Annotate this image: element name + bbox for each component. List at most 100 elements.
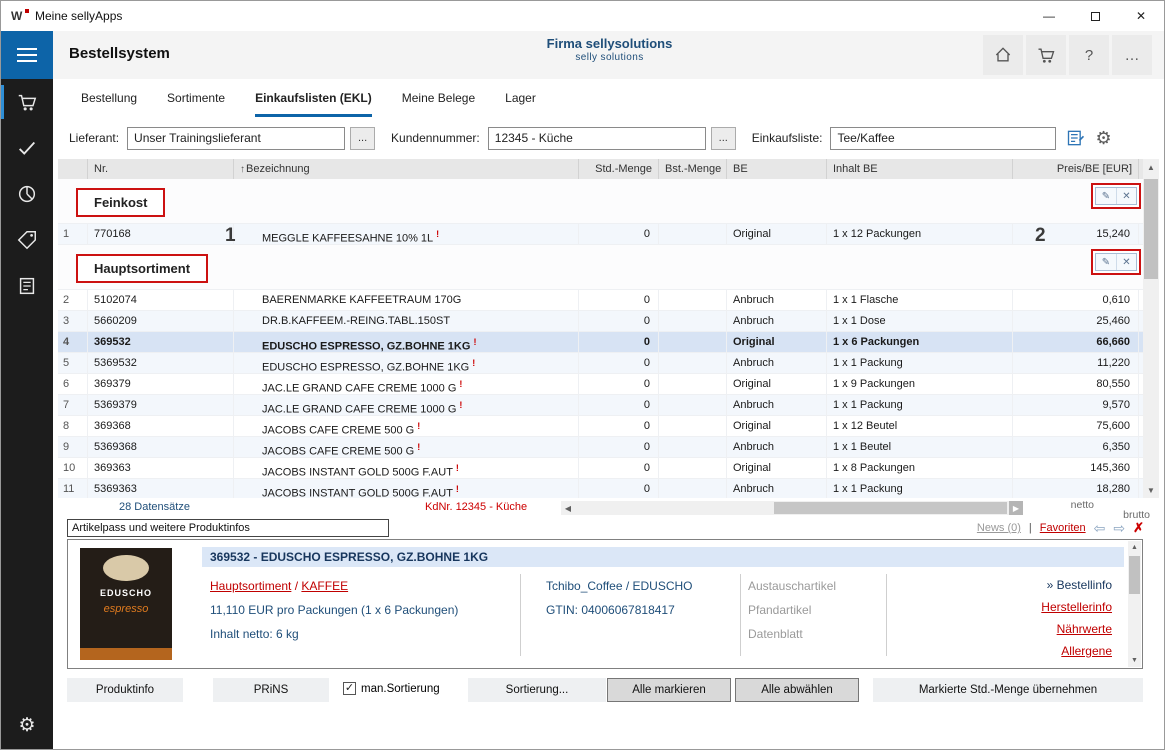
kundennummer-more-button[interactable]: ... [711,127,736,150]
horizontal-scrollbar[interactable]: ◀ ▶ [561,501,1023,515]
settings-button[interactable]: ⚙ [1,703,53,747]
table-row[interactable]: 25102074BAERENMARKE KAFFEETRAUM 170G0Anb… [58,290,1143,311]
cell-std-menge[interactable]: 0 [579,224,659,244]
einkaufsliste-input[interactable] [830,127,1056,150]
cell-bst-menge[interactable] [659,458,727,478]
cart-button[interactable] [1026,35,1066,75]
cell-bst-menge[interactable] [659,290,727,310]
cell-bst-menge[interactable] [659,374,727,394]
cell-bst-menge[interactable] [659,395,727,415]
std-menge-uebernehmen-button[interactable]: Markierte Std.-Menge übernehmen [873,678,1143,702]
lieferant-more-button[interactable]: ... [350,127,375,150]
herstellerinfo-link[interactable]: Herstellerinfo [1041,596,1112,618]
sidebar-item-aufgaben[interactable] [1,125,53,171]
table-row[interactable]: 1770168MEGGLE KAFFEESAHNE 10% 1L!0Origin… [58,224,1143,245]
man-sortierung-checkbox[interactable]: ✓ man.Sortierung [343,682,440,695]
close-product-info-icon[interactable]: ✗ [1133,520,1144,536]
cell-bst-menge[interactable] [659,224,727,244]
cell-std-menge[interactable]: 0 [579,395,659,415]
more-button[interactable]: … [1112,35,1152,75]
cell-std-menge[interactable]: 0 [579,374,659,394]
kundennummer-input[interactable] [488,127,706,150]
alle-abwaehlen-button[interactable]: Alle abwählen [735,678,859,702]
header-bezeichnung[interactable]: ↑Bezeichnung [234,159,579,179]
cell-std-menge[interactable]: 0 [579,290,659,310]
cell-bst-menge[interactable] [659,479,727,498]
tab-lager[interactable]: Lager [505,91,536,117]
edit-group-icon[interactable]: ✎ [1096,188,1116,204]
panel-scroll-down-icon[interactable]: ▼ [1128,654,1141,667]
cell-std-menge[interactable]: 0 [579,458,659,478]
prins-button[interactable]: PRiNS [213,678,329,702]
header-bst-menge[interactable]: Bst.-Menge [659,159,727,179]
edit-group-icon[interactable]: ✎ [1096,254,1116,270]
list-settings-icon[interactable]: ⚙ [1095,128,1111,149]
header-nr[interactable]: Nr. [88,159,234,179]
scroll-up-icon[interactable]: ▲ [1143,159,1159,175]
close-button[interactable]: ✕ [1118,1,1164,31]
header-std-menge[interactable]: Std.-Menge [579,159,659,179]
cell-std-menge[interactable]: 0 [579,437,659,457]
sidebar-item-angebote[interactable] [1,217,53,263]
prev-article-icon[interactable]: ⇦ [1094,521,1106,535]
checkbox-checked-icon[interactable]: ✓ [343,682,356,695]
table-row[interactable]: 115369363JACOBS INSTANT GOLD 500G F.AUT!… [58,479,1143,498]
table-row[interactable]: 10369363JACOBS INSTANT GOLD 500G F.AUT!0… [58,458,1143,479]
tab-einkaufslisten[interactable]: Einkaufslisten (EKL) [255,91,372,117]
scroll-left-icon[interactable]: ◀ [561,501,575,515]
home-button[interactable] [983,35,1023,75]
table-row[interactable]: 55369532EDUSCHO ESPRESSO, GZ.BOHNE 1KG!0… [58,353,1143,374]
cell-bst-menge[interactable] [659,437,727,457]
sortiment-link[interactable]: Hauptsortiment [210,579,291,593]
scroll-down-icon[interactable]: ▼ [1143,482,1159,498]
sidebar-item-statistik[interactable] [1,171,53,217]
table-row[interactable]: 4369532EDUSCHO ESPRESSO, GZ.BOHNE 1KG!0O… [58,332,1143,353]
cell-bst-menge[interactable] [659,311,727,331]
scroll-right-icon[interactable]: ▶ [1009,501,1023,515]
panel-scrollbar-thumb[interactable] [1129,556,1140,594]
next-article-icon[interactable]: ⇨ [1113,521,1125,535]
help-button[interactable]: ? [1069,35,1109,75]
cell-std-menge[interactable]: 0 [579,353,659,373]
table-row[interactable]: 8369368JACOBS CAFE CREME 500 G!0Original… [58,416,1143,437]
panel-scroll-up-icon[interactable]: ▲ [1128,541,1141,554]
minimize-button[interactable]: — [1026,1,1072,31]
hscrollbar-thumb[interactable] [774,502,1007,514]
alle-markieren-button[interactable]: Alle markieren [607,678,731,702]
panel-scrollbar[interactable]: ▲ ▼ [1128,541,1141,667]
header-preis[interactable]: Preis/BE [EUR] [1013,159,1139,179]
header-be[interactable]: BE [727,159,827,179]
cell-std-menge[interactable]: 0 [579,479,659,498]
table-row[interactable]: 95369368JACOBS CAFE CREME 500 G!0Anbruch… [58,437,1143,458]
cell-bst-menge[interactable] [659,332,727,352]
delete-group-icon[interactable]: ✕ [1116,188,1136,204]
sidebar-item-kataloge[interactable] [1,263,53,309]
tab-sortimente[interactable]: Sortimente [167,91,225,117]
produktinfo-combobox[interactable] [67,519,389,537]
menu-button[interactable] [1,31,53,79]
sidebar-item-bestellsystem[interactable] [1,79,53,125]
cell-bst-menge[interactable] [659,353,727,373]
cell-std-menge[interactable]: 0 [579,311,659,331]
bestellinfo-link[interactable]: » Bestellinfo [1041,574,1112,596]
naehrwerte-link[interactable]: Nährwerte [1041,618,1112,640]
table-scrollbar[interactable]: ▲ ▼ [1143,159,1159,498]
netto-label[interactable]: netto [1071,499,1094,511]
tab-meine-belege[interactable]: Meine Belege [402,91,475,117]
cell-std-menge[interactable]: 0 [579,332,659,352]
delete-group-icon[interactable]: ✕ [1116,254,1136,270]
cell-bst-menge[interactable] [659,416,727,436]
table-row[interactable]: 75369379JAC.LE GRAND CAFE CREME 1000 G!0… [58,395,1143,416]
warengruppe-link[interactable]: KAFFEE [301,579,348,593]
news-link[interactable]: News (0) [977,522,1021,534]
tab-bestellung[interactable]: Bestellung [81,91,137,117]
cell-std-menge[interactable]: 0 [579,416,659,436]
allergene-link[interactable]: Allergene [1041,640,1112,662]
product-image[interactable]: EDUSCHO espresso [80,548,172,660]
favoriten-link[interactable]: Favoriten [1040,522,1086,534]
maximize-button[interactable] [1072,1,1118,31]
list-edit-icon[interactable] [1066,128,1086,148]
table-row[interactable]: 35660209DR.B.KAFFEEM.-REING.TABL.150ST0A… [58,311,1143,332]
produktinfo-button[interactable]: Produktinfo [67,678,183,702]
scrollbar-thumb[interactable] [1144,179,1158,279]
